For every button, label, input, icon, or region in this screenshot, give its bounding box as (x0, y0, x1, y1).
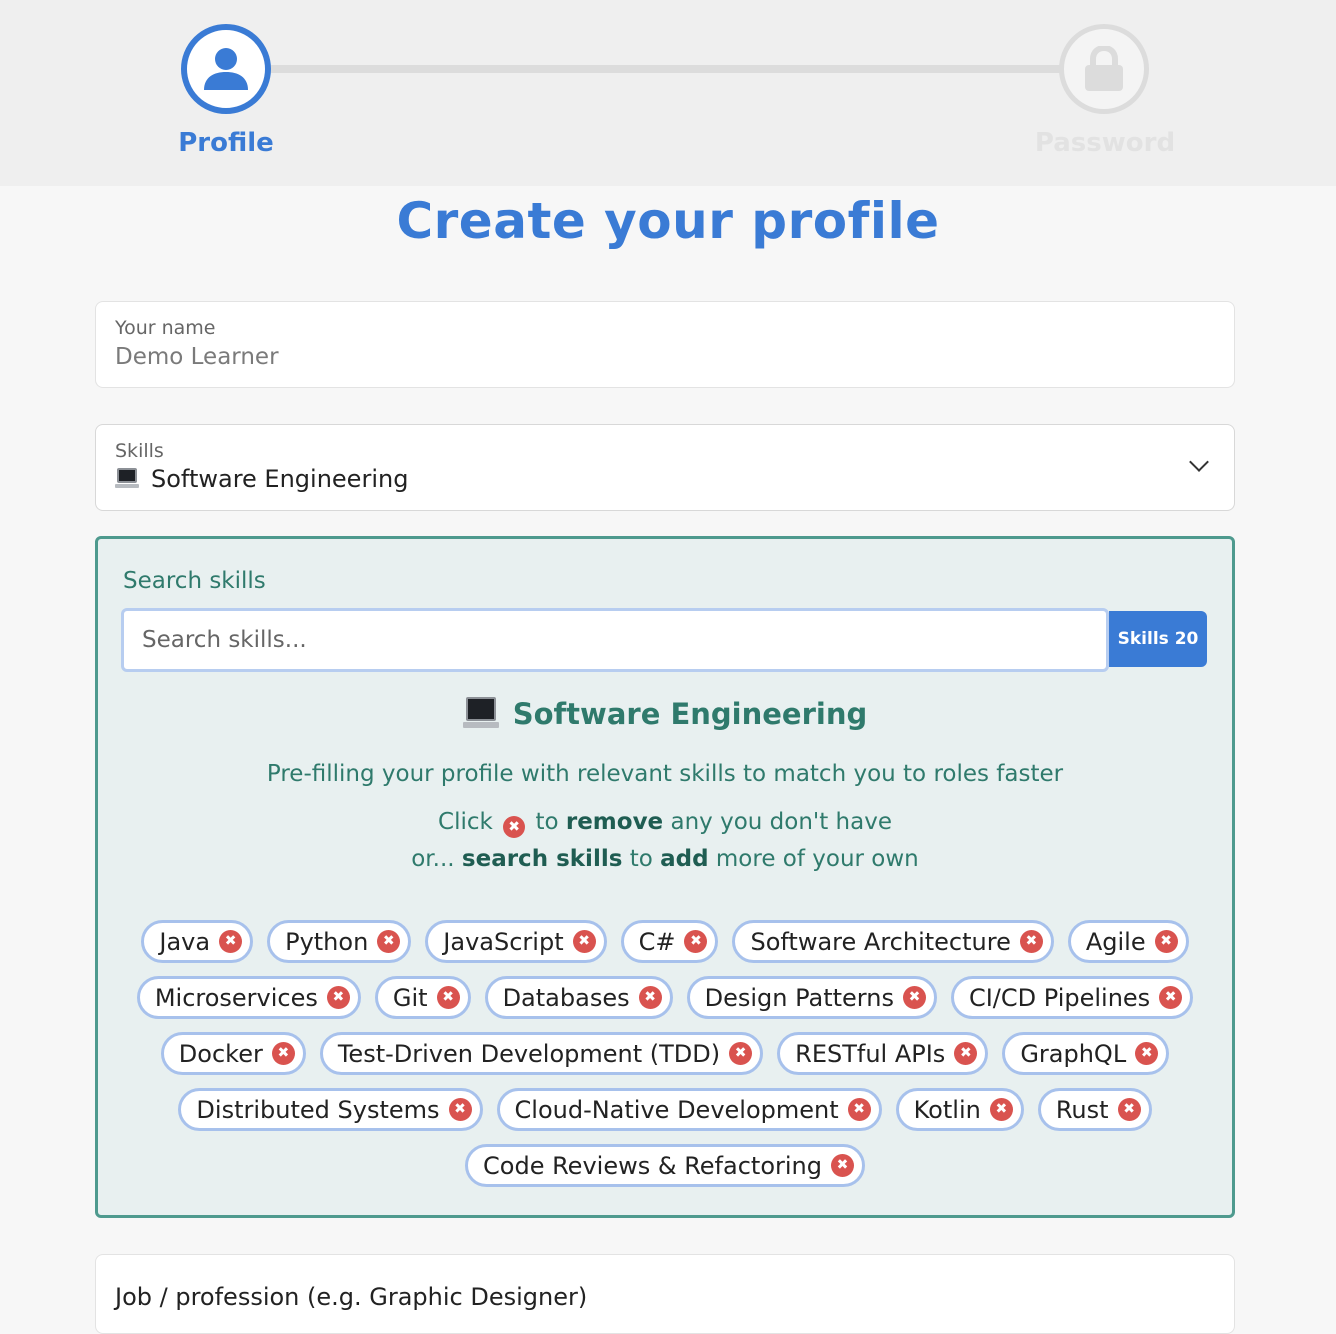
skill-chip-label: Java (159, 927, 211, 956)
remove-skill-icon[interactable]: ✖ (436, 986, 460, 1009)
skill-chip[interactable]: Code Reviews & Refactoring ✖ (465, 1144, 865, 1187)
skill-chip-label: Databases (502, 983, 630, 1012)
skills-select-text: Software Engineering (151, 465, 409, 493)
skill-chip[interactable]: Test-Driven Development (TDD) ✖ (319, 1032, 764, 1075)
skill-chip-label: RESTful APIs (795, 1039, 946, 1068)
search-skills-input[interactable] (124, 611, 1106, 669)
remove-skill-icon[interactable]: ✖ (989, 1098, 1013, 1121)
skill-chip[interactable]: CI/CD Pipelines ✖ (950, 976, 1194, 1019)
skill-chip[interactable]: Microservices ✖ (136, 976, 361, 1019)
remove-skill-icon[interactable]: ✖ (902, 986, 926, 1009)
skill-chip[interactable]: Kotlin ✖ (895, 1088, 1024, 1131)
skills-select-value[interactable]: Software Engineering (115, 465, 408, 493)
skill-chip[interactable]: Databases ✖ (484, 976, 673, 1019)
step-password-label[interactable]: Password (985, 128, 1225, 158)
skill-chip-label: Code Reviews & Refactoring (483, 1151, 822, 1180)
skill-chip-label: Test-Driven Development (TDD) (337, 1039, 721, 1068)
skill-chip[interactable]: Docker ✖ (160, 1032, 306, 1075)
skill-chip-label: Kotlin (913, 1095, 981, 1124)
skill-chip-label: Python (285, 927, 369, 956)
skill-chip[interactable]: JavaScript ✖ (425, 920, 607, 963)
progress-stepper: Profile Password (0, 0, 1336, 186)
add-instruction: or... search skills to add more of your … (411, 846, 919, 872)
lock-icon (1085, 46, 1123, 91)
skill-chip[interactable]: GraphQL ✖ (1002, 1032, 1170, 1075)
skill-chip[interactable]: Python ✖ (267, 920, 412, 963)
remove-skill-icon[interactable]: ✖ (1135, 1042, 1159, 1065)
prefill-info-text: Pre-filling your profile with relevant s… (266, 761, 1064, 787)
name-field-value[interactable]: Demo Learner (115, 344, 279, 370)
skill-chip-label: Docker (178, 1039, 263, 1068)
remove-skill-icon[interactable]: ✖ (1117, 1098, 1141, 1121)
skill-chip[interactable]: Agile ✖ (1067, 920, 1189, 963)
laptop-icon (115, 468, 139, 490)
category-heading: Software Engineering (98, 697, 1232, 731)
skill-chip-label: Software Architecture (750, 927, 1011, 956)
step-profile-circle[interactable] (181, 24, 271, 114)
job-profession-field[interactable]: Job / profession (e.g. Graphic Designer) (95, 1254, 1235, 1334)
skill-chip-label: Cloud-Native Development (514, 1095, 839, 1124)
skill-chip-label: Design Patterns (704, 983, 894, 1012)
remove-skill-icon[interactable]: ✖ (377, 930, 401, 953)
remove-skill-icon[interactable]: ✖ (830, 1154, 854, 1177)
job-profession-label: Job / profession (e.g. Graphic Designer) (115, 1283, 588, 1311)
remove-skill-icon[interactable]: ✖ (954, 1042, 978, 1065)
remove-icon: ✖ (503, 816, 526, 838)
name-field[interactable]: Your name Demo Learner (95, 301, 1235, 388)
stepper-connector (268, 65, 1064, 73)
remove-skill-icon[interactable]: ✖ (1159, 986, 1183, 1009)
remove-skill-icon[interactable]: ✖ (638, 986, 662, 1009)
remove-skill-icon[interactable]: ✖ (684, 930, 708, 953)
skill-chip[interactable]: Java ✖ (141, 920, 254, 963)
skill-chip-label: GraphQL (1020, 1039, 1127, 1068)
step-password-circle[interactable] (1059, 24, 1149, 114)
skill-chip-label: Distributed Systems (196, 1095, 440, 1124)
skill-chip-list: Java ✖ Python ✖ JavaScript ✖ C# ✖ Software Archi… (120, 920, 1210, 1187)
remove-skill-icon[interactable]: ✖ (271, 1042, 295, 1065)
laptop-icon (462, 697, 499, 731)
skill-chip-label: Agile (1085, 927, 1146, 956)
category-title: Software Engineering (512, 697, 868, 731)
remove-skill-icon[interactable]: ✖ (729, 1042, 753, 1065)
user-icon (204, 48, 248, 90)
skills-count-badge[interactable]: Skills 20 (1109, 611, 1207, 667)
skill-chip-label: Git (392, 983, 428, 1012)
skill-chip-label: C# (638, 927, 676, 956)
skills-panel: Search skills Skills 20 Software Enginee… (95, 536, 1235, 1218)
skill-chip[interactable]: Rust ✖ (1037, 1088, 1152, 1131)
skill-chip[interactable]: C# ✖ (620, 920, 719, 963)
skill-chip[interactable]: Distributed Systems ✖ (178, 1088, 483, 1131)
skill-chip[interactable]: Design Patterns ✖ (686, 976, 937, 1019)
remove-skill-icon[interactable]: ✖ (572, 930, 596, 953)
search-skills-label: Search skills (123, 568, 266, 594)
page-title: Create your profile (396, 192, 940, 250)
name-field-label: Your name (115, 317, 216, 339)
skill-chip[interactable]: Git ✖ (374, 976, 471, 1019)
remove-skill-icon[interactable]: ✖ (326, 986, 350, 1009)
skill-chip[interactable]: RESTful APIs ✖ (777, 1032, 989, 1075)
step-profile-label[interactable]: Profile (106, 128, 346, 158)
skill-chip[interactable]: Software Architecture ✖ (732, 920, 1054, 963)
remove-skill-icon[interactable]: ✖ (847, 1098, 871, 1121)
remove-skill-icon[interactable]: ✖ (219, 930, 243, 953)
remove-skill-icon[interactable]: ✖ (1019, 930, 1043, 953)
skill-chip-label: Rust (1055, 1095, 1109, 1124)
search-wrapper (121, 608, 1109, 672)
skill-chip-label: CI/CD Pipelines (968, 983, 1151, 1012)
skill-chip-label: JavaScript (443, 927, 564, 956)
chevron-down-icon[interactable] (1189, 452, 1209, 472)
remove-skill-icon[interactable]: ✖ (448, 1098, 472, 1121)
skill-chip-label: Microservices (154, 983, 318, 1012)
skill-chip[interactable]: Cloud-Native Development ✖ (496, 1088, 882, 1131)
remove-instruction: Click ✖ to remove any you don't have (98, 809, 1232, 838)
skills-category-select[interactable]: Skills Software Engineering (95, 424, 1235, 511)
remove-skill-icon[interactable]: ✖ (1154, 930, 1178, 953)
skills-select-label: Skills (115, 440, 164, 462)
